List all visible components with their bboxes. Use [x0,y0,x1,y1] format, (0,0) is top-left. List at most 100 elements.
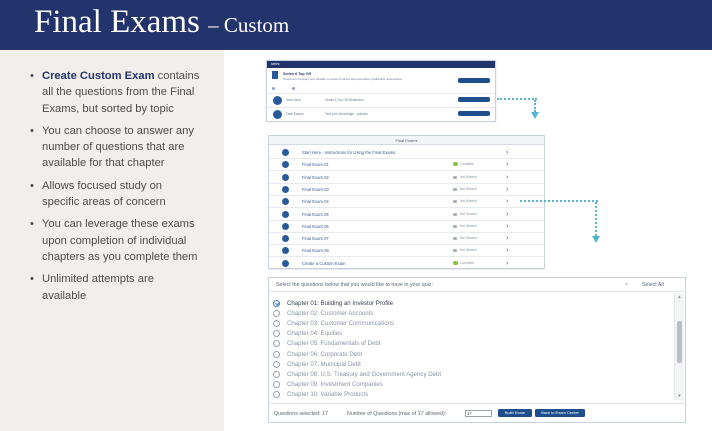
exam-label[interactable]: Final Exam 06 [302,223,329,230]
final-exam-row[interactable]: Final Exam 07 Not Started › [269,232,544,246]
chevron-right-icon[interactable]: › [506,197,508,206]
final-exam-row[interactable]: Final Exam 06 Not Started › [269,220,544,233]
chapter-label[interactable]: Chapter 02: Customer Accounts [287,309,373,318]
course-row-label: Start Here [286,98,301,102]
exam-label[interactable]: Create a Custom Exam [302,260,346,267]
chapter-checkbox[interactable] [273,310,280,318]
chapter-list-scrollbar[interactable]: ▲ ▼ [674,293,684,400]
final-exam-row[interactable]: Final Exam 04 Not Started › [269,195,544,209]
chevron-right-icon[interactable]: › [506,185,508,194]
chapter-row[interactable]: Chapter 03: Customer Communications [273,319,668,329]
course-action-button[interactable] [458,78,490,83]
scrollbar-thumb[interactable] [677,321,682,363]
chapter-checkbox[interactable] [273,330,280,338]
connector-arrow-2 [592,236,600,243]
bullet-item: You can leverage these exams upon comple… [30,216,200,265]
course-row-label: Final Exams [286,112,304,116]
chapter-label[interactable]: Chapter 06: Corporate Debt [287,350,362,359]
exam-label[interactable]: Final Exam 01 [302,161,329,168]
chapter-label[interactable]: Chapter 10: Variable Products [287,390,368,399]
exam-icon [282,210,289,218]
exam-icon [282,149,289,156]
build-exam-button[interactable]: Build Exam [498,409,532,417]
chapter-row[interactable]: Chapter 10: Variable Products [273,390,668,400]
chapter-checkbox[interactable] [273,360,280,368]
chapter-row[interactable]: Chapter 04: Equities [273,329,668,339]
exam-label[interactable]: Final Exam 08 [302,247,329,254]
chevron-right-icon[interactable]: › [506,173,508,182]
exam-icon [282,222,289,230]
final-exam-row[interactable]: Final Exam 08 Not Started › [269,244,544,258]
num-questions-label: Number of Questions (max of 17 allowed): [347,411,447,417]
final-exams-panel: Final Exams Start Here - Instructions fo… [268,135,545,270]
clear-selection-icon[interactable]: × [625,281,628,289]
bullet-list: Create Custom Exam contains all the ques… [30,68,200,310]
bullet-panel: Create Custom Exam contains all the ques… [0,50,224,431]
chapter-checkbox[interactable] [273,380,280,388]
not-started-status-icon [453,187,457,191]
chapter-checkbox[interactable] [273,390,280,398]
exam-label[interactable]: Final Exam 07 [302,235,329,242]
final-exam-row[interactable]: Final Exam 02 Not Started › [269,171,544,184]
chapter-row[interactable]: Chapter 08: U.S. Treasury and Government… [273,370,668,380]
chapter-label[interactable]: Chapter 07: Municipal Debt [287,360,361,369]
bullet-text: Allows focused study on specific areas o… [42,179,166,209]
final-exam-row[interactable]: Final Exam 05 Not Started › [269,208,544,221]
select-all-link[interactable]: Select All [642,281,664,289]
not-started-status-icon [453,200,457,204]
exam-label[interactable]: Final Exam 04 [302,198,329,205]
exam-status: Not Started [460,248,477,253]
chapter-label[interactable]: Chapter 01: Building an Investor Profile [287,299,393,308]
chapter-row[interactable]: Chapter 05: Fundamentals of Debt [273,339,668,349]
connector-line-2-down [595,202,597,236]
exam-label[interactable]: Final Exam 05 [302,211,329,218]
chapter-label[interactable]: Chapter 05: Fundamentals of Debt [287,339,381,348]
final-exam-row[interactable]: Final Exam 03 Not Started › [269,183,544,196]
chapter-row[interactable]: Chapter 07: Municipal Debt [273,360,668,370]
final-exam-row[interactable]: Create a Custom Exam Complete › [269,257,544,270]
chapter-checkbox[interactable] [273,370,280,378]
chevron-right-icon[interactable]: › [506,246,508,255]
connector-line-1 [497,98,537,100]
back-to-exam-center-button[interactable]: Back to Exam Center [535,409,585,417]
course-row-button-2[interactable] [458,111,490,116]
exam-label[interactable]: Final Exam 03 [302,186,329,193]
chevron-right-icon[interactable]: › [506,222,508,231]
chevron-right-icon[interactable]: › [506,160,508,169]
chevron-right-icon[interactable]: › [506,148,508,157]
chevron-right-icon[interactable]: › [506,234,508,243]
chapter-label[interactable]: Chapter 03: Customer Communications [287,319,394,328]
bullet-text: Unlimited attempts are available [42,273,154,302]
complete-status-icon [453,162,458,167]
start-here-icon [273,96,282,105]
chapter-row[interactable]: Chapter 01: Building an Investor Profile [273,299,668,309]
exam-status: Not Started [460,186,477,191]
slide-title-bar: Final Exams – Custom [0,0,712,50]
scroll-up-icon[interactable]: ▲ [675,294,684,299]
chapter-row[interactable]: Chapter 09: Investment Companies [273,380,668,390]
chapter-label[interactable]: Chapter 08: U.S. Treasury and Government… [287,370,441,379]
final-exam-row[interactable]: Final Exam 01 Complete › [269,158,544,172]
final-exam-row[interactable]: Start Here - Instructions for Using the … [269,146,544,159]
chapter-row[interactable]: Chapter 02: Customer Accounts [273,309,668,319]
chapter-label[interactable]: Chapter 09: Investment Companies [287,380,383,389]
chapter-label[interactable]: Chapter 04: Equities [287,329,342,338]
course-meta-icon-2 [292,87,295,90]
course-row-button-1[interactable] [458,97,490,102]
chapter-checkbox[interactable] [273,340,280,348]
exam-status: Complete [460,162,475,167]
exam-status: Not Started [460,223,477,228]
chapter-row[interactable]: Chapter 06: Corporate Debt [273,350,668,360]
not-started-status-icon [453,224,457,228]
chevron-right-icon[interactable]: › [506,210,508,219]
exam-label[interactable]: Start Here - Instructions for Using the … [302,149,395,156]
scroll-down-icon[interactable]: ▼ [675,393,684,398]
chapter-checkbox[interactable] [273,320,280,328]
chevron-right-icon[interactable]: › [506,259,508,268]
chapter-checkbox-checked[interactable] [273,300,280,307]
not-started-status-icon [453,212,457,216]
final-exams-header: Final Exams [269,136,544,145]
exam-label[interactable]: Final Exam 02 [302,174,329,181]
chapter-checkbox[interactable] [273,350,280,358]
num-questions-input[interactable]: 17 [465,410,492,417]
